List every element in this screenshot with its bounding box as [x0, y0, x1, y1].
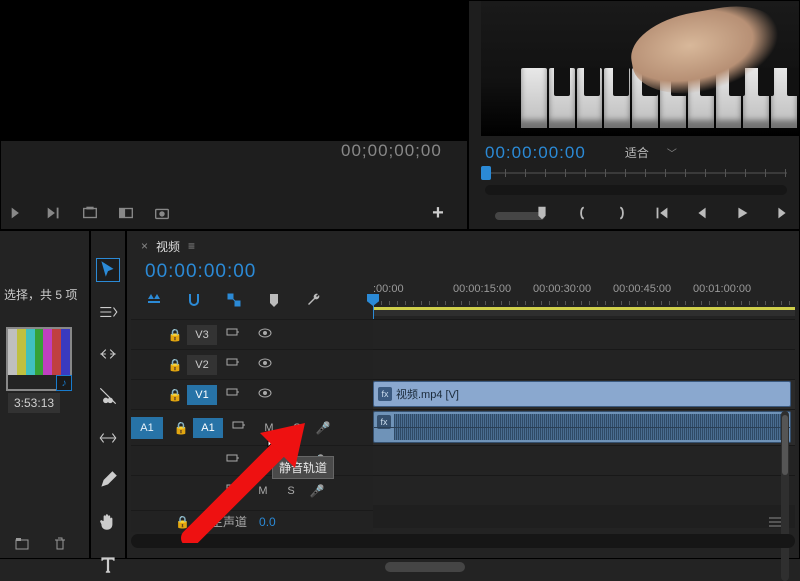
track-select-tool[interactable]: [97, 301, 119, 323]
program-preview: [481, 1, 799, 136]
project-selection-info: 选择，共 5 项: [0, 286, 89, 303]
timeline-display-settings-icon[interactable]: [767, 514, 783, 530]
settings-wrench-icon[interactable]: [305, 291, 323, 309]
goto-in-icon[interactable]: [653, 204, 671, 222]
track-target-a1[interactable]: A1: [193, 418, 223, 438]
lock-icon[interactable]: 🔒: [169, 421, 193, 435]
solo-button[interactable]: S: [283, 422, 311, 434]
ruler-label: :00:00: [373, 283, 453, 295]
mark-out-icon[interactable]: [613, 204, 631, 222]
export-frame-icon[interactable]: [81, 204, 99, 222]
zoom-fit-label: 适合: [625, 144, 649, 161]
voice-record-icon[interactable]: 🎤: [305, 484, 329, 498]
sync-lock-icon[interactable]: [225, 385, 241, 401]
tooltip: 静音轨道: [272, 456, 334, 479]
insert-icon[interactable]: [9, 204, 27, 222]
ruler-label: 00:01:00:00: [693, 283, 773, 295]
source-monitor-panel: 00;00;00;00 +: [0, 0, 468, 230]
sequence-tab-label[interactable]: 视频: [156, 238, 180, 255]
type-tool[interactable]: [97, 553, 119, 575]
marker-toggle-icon[interactable]: [265, 291, 283, 309]
play-icon[interactable]: [733, 204, 751, 222]
tool-palette: [90, 230, 126, 559]
snap-toggle-icon[interactable]: [185, 291, 203, 309]
track-target-v3[interactable]: V3: [187, 325, 217, 345]
source-patch-a1[interactable]: A1: [131, 417, 163, 439]
ruler-label: 00:00:45:00: [613, 283, 693, 295]
eye-icon[interactable]: [257, 385, 273, 401]
tracks-area: 🔒V3 🔒V2 🔒V1 A1 🔒 A1 M S 🎤 A2MS🎤 A3MS🎤: [131, 319, 795, 528]
zoom-fit-dropdown[interactable]: 适合 ﹀: [614, 141, 688, 164]
program-monitor-panel: 00:00:00:00 适合 ﹀: [468, 0, 800, 230]
mouse-cursor-icon: [267, 431, 283, 451]
clip-duration: 3:53:13: [8, 393, 60, 413]
source-preview: [1, 1, 467, 141]
lock-icon[interactable]: 🔒: [175, 515, 199, 529]
sync-lock-icon[interactable]: [231, 418, 247, 434]
solo-button[interactable]: S: [277, 485, 305, 497]
clip-label: 视频.mp4 [V]: [396, 386, 459, 402]
eye-icon[interactable]: [257, 325, 273, 341]
ripple-edit-tool[interactable]: [97, 343, 119, 365]
project-clip-thumbnail[interactable]: ♪: [8, 329, 70, 389]
hand-tool[interactable]: [97, 511, 119, 533]
lock-icon[interactable]: 🔒: [163, 358, 187, 372]
track-target-v2[interactable]: V2: [187, 355, 217, 375]
timeline-timecode[interactable]: 00:00:00:00: [145, 261, 256, 283]
lock-icon[interactable]: 🔒: [163, 328, 187, 342]
step-fwd-icon[interactable]: [773, 204, 791, 222]
track-body[interactable]: fx 视频.mp4 [V] fx: [373, 319, 795, 528]
sync-lock-icon[interactable]: [225, 481, 241, 497]
add-marker-icon[interactable]: [533, 204, 551, 222]
close-sequence-icon[interactable]: ×: [141, 239, 148, 253]
slip-tool[interactable]: [97, 427, 119, 449]
video-clip[interactable]: fx 视频.mp4 [V]: [373, 381, 791, 407]
sync-lock-icon[interactable]: [225, 451, 241, 467]
project-panel: 选择，共 5 项 ♪ 3:53:13: [0, 230, 90, 559]
overwrite-icon[interactable]: [45, 204, 63, 222]
timeline-panel: × 视频 ≡ 00:00:00:00 :00:00 00:00:15:00 00…: [126, 230, 800, 559]
program-scrollbar[interactable]: [485, 185, 787, 195]
track-target-v1[interactable]: V1: [187, 385, 217, 405]
track-headers: 🔒V3 🔒V2 🔒V1 A1 🔒 A1 M S 🎤 A2MS🎤 A3MS🎤: [131, 319, 373, 528]
has-audio-icon: ♪: [56, 375, 72, 391]
mute-button[interactable]: M: [249, 485, 277, 497]
linked-selection-icon[interactable]: [225, 291, 243, 309]
sync-lock-icon[interactable]: [225, 325, 241, 341]
time-ruler[interactable]: :00:00 00:00:15:00 00:00:30:00 00:00:45:…: [373, 283, 795, 317]
chevron-down-icon: ﹀: [667, 145, 677, 160]
master-track-header: 🔒 主声道 0.0: [131, 510, 373, 532]
eye-icon[interactable]: [257, 355, 273, 371]
add-button[interactable]: +: [429, 204, 447, 222]
master-level[interactable]: 0.0: [259, 515, 276, 529]
ruler-label: 00:00:30:00: [533, 283, 613, 295]
panel-menu-icon[interactable]: ≡: [188, 239, 195, 253]
lock-icon[interactable]: 🔒: [163, 388, 187, 402]
nest-toggle-icon[interactable]: [145, 291, 163, 309]
program-timecode[interactable]: 00:00:00:00: [485, 143, 586, 163]
program-playhead[interactable]: [481, 166, 491, 180]
voice-record-icon[interactable]: 🎤: [311, 421, 335, 435]
step-back-icon[interactable]: [693, 204, 711, 222]
mark-in-icon[interactable]: [573, 204, 591, 222]
audio-clip[interactable]: fx: [373, 411, 791, 443]
mark-clip-icon[interactable]: [117, 204, 135, 222]
timeline-h-scrollbar[interactable]: [131, 534, 795, 548]
ruler-label: 00:00:15:00: [453, 283, 533, 295]
vertical-scrollbar[interactable]: [781, 411, 789, 581]
fx-badge-icon: fx: [378, 387, 392, 401]
pen-tool[interactable]: [97, 469, 119, 491]
master-label: 主声道: [211, 513, 247, 530]
program-time-ruler[interactable]: [485, 169, 787, 177]
razor-tool[interactable]: [97, 385, 119, 407]
selection-tool[interactable]: [97, 259, 119, 281]
sync-lock-icon[interactable]: [225, 355, 241, 371]
new-bin-icon[interactable]: [14, 536, 30, 552]
snapshot-icon[interactable]: [153, 204, 171, 222]
trash-icon[interactable]: [52, 536, 68, 552]
source-timecode[interactable]: 00;00;00;00: [341, 141, 442, 161]
